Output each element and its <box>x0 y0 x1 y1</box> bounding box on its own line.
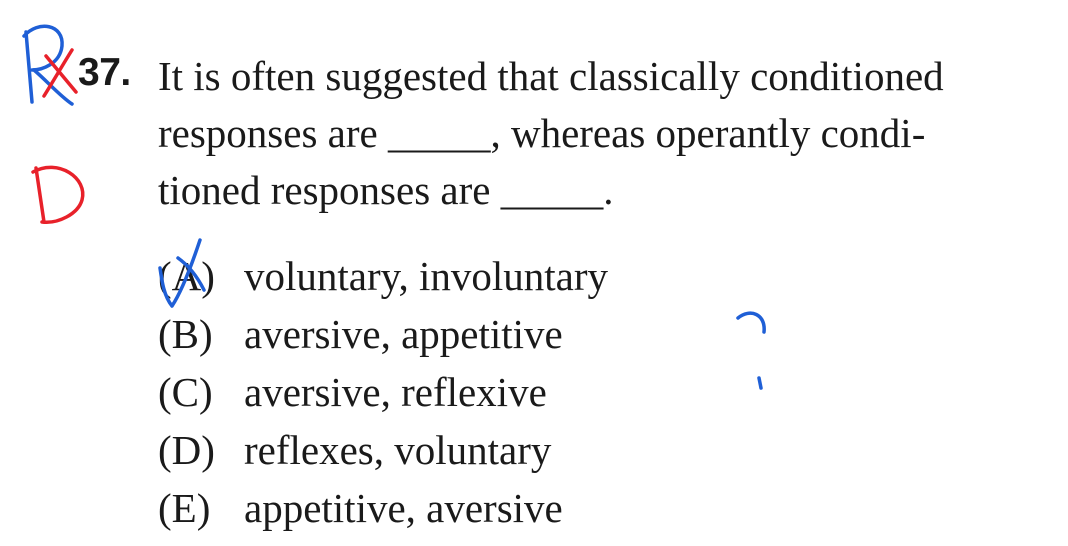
choice-a-text: voluntary, involuntary <box>244 253 608 299</box>
red-x-mark <box>42 48 78 98</box>
question-number: 37. <box>78 51 131 94</box>
blue-r-mark <box>22 24 74 106</box>
answer-choices: (A) voluntary, involuntary (B) aversive,… <box>158 247 608 537</box>
choice-a[interactable]: (A) voluntary, involuntary <box>158 247 608 305</box>
blue-hook-mark <box>736 311 766 334</box>
choice-a-label: (A) <box>158 253 215 299</box>
stem-line-2: responses are _____, whereas operantly c… <box>158 110 926 156</box>
choice-b[interactable]: (B) aversive, appetitive <box>158 305 608 363</box>
choice-c[interactable]: (C) aversive, reflexive <box>158 363 608 421</box>
choice-d-text: reflexes, voluntary <box>244 427 552 473</box>
choice-e-label: (E) <box>158 485 211 531</box>
choice-b-label: (B) <box>158 311 213 357</box>
choice-b-text: aversive, appetitive <box>244 311 563 357</box>
stem-line-1: It is often suggested that classically c… <box>158 53 944 99</box>
choice-e-text: appetitive, aversive <box>244 485 563 531</box>
blue-dot-mark <box>757 376 763 390</box>
choice-d-label: (D) <box>158 427 215 473</box>
question-stem: It is often suggested that classically c… <box>158 48 1058 219</box>
choice-c-label: (C) <box>158 369 213 415</box>
stem-line-3: tioned responses are _____. <box>158 167 614 213</box>
choice-d[interactable]: (D) reflexes, voluntary <box>158 421 608 479</box>
red-d-mark <box>31 165 85 224</box>
choice-c-text: aversive, reflexive <box>244 369 547 415</box>
choice-e[interactable]: (E) appetitive, aversive <box>158 479 608 537</box>
